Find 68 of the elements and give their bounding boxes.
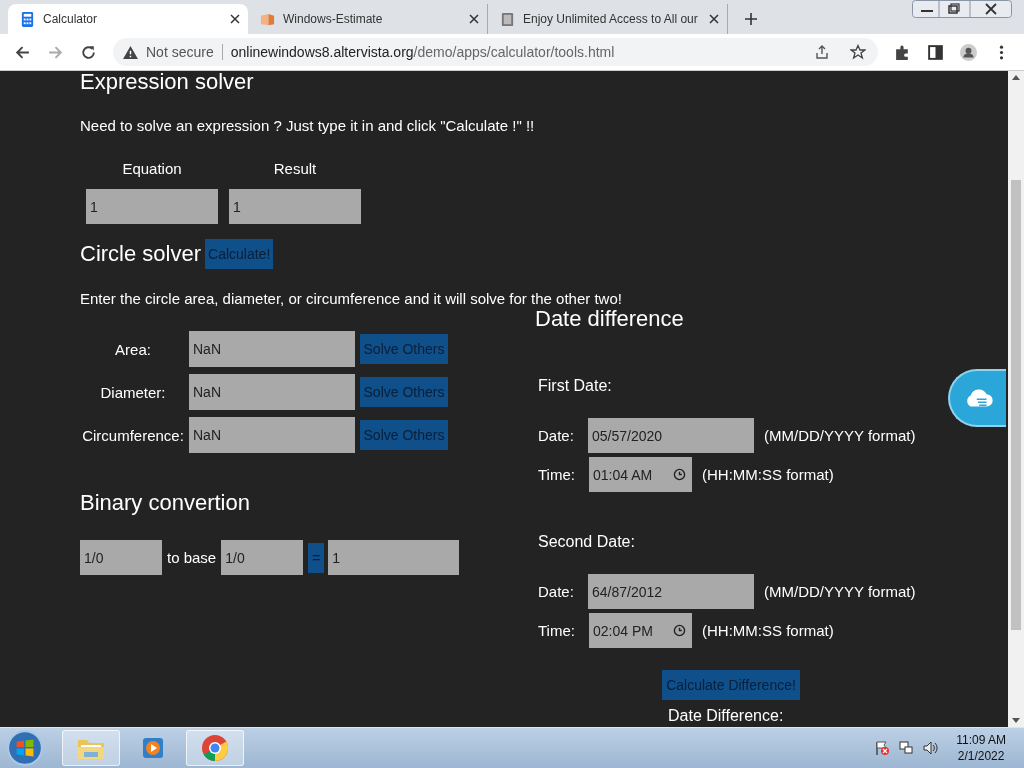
format-hint: (MM/DD/YYYY format) bbox=[764, 583, 916, 600]
puzzle-icon[interactable] bbox=[894, 43, 911, 61]
network-icon[interactable] bbox=[898, 740, 915, 756]
calculator-icon bbox=[20, 11, 35, 27]
column-header: Equation bbox=[122, 160, 182, 177]
clock-icon bbox=[673, 624, 686, 637]
security-label: Not secure bbox=[146, 44, 214, 60]
result-heading: Date Difference: bbox=[668, 706, 785, 726]
section-heading: Expression solver bbox=[80, 71, 255, 95]
clock-time[interactable]: 11:09 AM bbox=[956, 732, 1006, 748]
format-hint: (MM/DD/YYYY format) bbox=[764, 427, 916, 444]
field-label: Area: bbox=[114, 340, 152, 358]
date-heading: First Date: bbox=[538, 377, 613, 395]
close-icon[interactable] bbox=[230, 14, 240, 24]
time-field[interactable]: 02:04 PM bbox=[589, 613, 692, 648]
window-controls[interactable] bbox=[912, 0, 1012, 18]
field-label: Date: bbox=[538, 583, 575, 600]
field-label: Time: bbox=[538, 622, 576, 639]
field-label: Time: bbox=[538, 466, 576, 483]
start-button[interactable] bbox=[6, 729, 44, 767]
equation-field[interactable]: 1 bbox=[86, 189, 218, 224]
base-field[interactable]: 1/0 bbox=[221, 540, 304, 575]
cloud-button[interactable] bbox=[948, 369, 1006, 427]
value-field[interactable]: NaN bbox=[189, 417, 355, 453]
profile-icon[interactable] bbox=[960, 43, 977, 61]
result-field[interactable]: 1 bbox=[328, 540, 460, 575]
section-heading: Date difference bbox=[535, 306, 685, 332]
instruction-text: Enter the circle area, diameter, or circumference and it will solve for the other two! bbox=[80, 289, 622, 309]
share-icon[interactable] bbox=[814, 44, 830, 60]
field-label: to base bbox=[167, 549, 217, 566]
book-icon bbox=[500, 11, 515, 27]
format-hint: (HH:MM:SS format) bbox=[702, 622, 834, 639]
section-heading: Binary convertion bbox=[80, 490, 251, 516]
time-field[interactable]: 01:04 AM bbox=[589, 457, 692, 492]
field-label: Diameter: bbox=[99, 383, 167, 401]
format-hint: (HH:MM:SS format) bbox=[702, 466, 834, 483]
flag-icon[interactable] bbox=[874, 740, 891, 756]
volume-icon[interactable] bbox=[922, 740, 939, 756]
date-heading: Second Date: bbox=[538, 533, 636, 551]
star-icon[interactable] bbox=[850, 44, 866, 60]
column-header: Result bbox=[273, 160, 317, 177]
sidebar-icon[interactable] bbox=[927, 43, 944, 61]
taskbar-app[interactable] bbox=[186, 730, 244, 766]
field-label: Circumference: bbox=[81, 426, 185, 444]
date-field[interactable]: 05/57/2020 bbox=[588, 418, 754, 453]
warning-icon bbox=[123, 45, 138, 59]
field-label: Date: bbox=[538, 427, 575, 444]
clock-icon bbox=[673, 468, 686, 481]
close-icon[interactable] bbox=[709, 14, 719, 24]
value-field[interactable]: NaN bbox=[189, 374, 355, 410]
close-icon[interactable] bbox=[469, 14, 479, 24]
url-text: onlinewindows8.altervista.org/demo/apps/calculator/tools.html bbox=[230, 44, 616, 60]
address-bar[interactable]: Not secure onlinewindows8.altervista.org/demo/apps/calculator/tools.html bbox=[113, 38, 878, 66]
scroll-down-icon[interactable] bbox=[1012, 718, 1020, 723]
section-heading: Circle solver bbox=[80, 241, 202, 267]
browser-icon bbox=[201, 734, 229, 762]
new-tab-icon[interactable] bbox=[744, 12, 758, 26]
number-field[interactable]: 1/0 bbox=[80, 540, 162, 575]
value-field[interactable]: NaN bbox=[189, 331, 355, 367]
result-field[interactable]: 1 bbox=[229, 189, 361, 224]
browser-tab[interactable]: Calculator bbox=[8, 4, 248, 34]
scroll-up-icon[interactable] bbox=[1012, 75, 1020, 80]
clock-date[interactable]: 2/1/2022 bbox=[957, 748, 1005, 764]
play-icon bbox=[140, 735, 166, 761]
date-field[interactable]: 64/87/2012 bbox=[588, 574, 754, 609]
scrollbar[interactable] bbox=[1008, 71, 1024, 727]
reload-icon[interactable] bbox=[80, 43, 97, 61]
instruction-text: Need to solve an expression ? Just type it in and click "Calculate !" !! bbox=[80, 116, 535, 136]
